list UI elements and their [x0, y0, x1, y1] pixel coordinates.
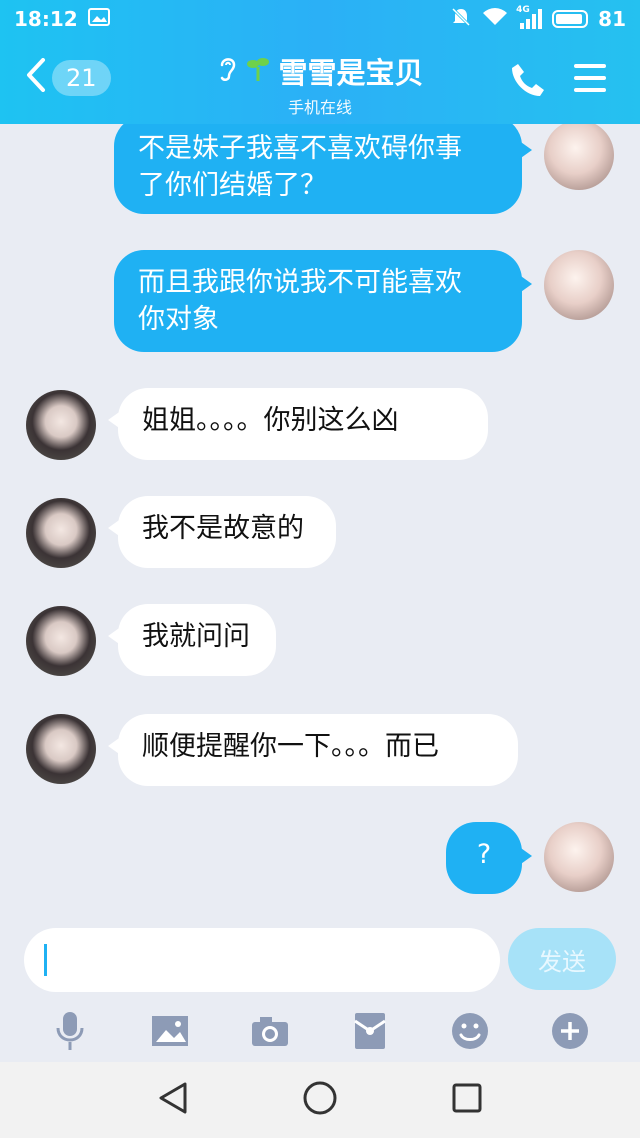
nav-bar: 21 雪雪是宝贝 手机在线	[0, 38, 640, 124]
status-time: 18:12	[14, 7, 78, 31]
wifi-icon	[482, 7, 508, 32]
avatar[interactable]	[26, 606, 96, 676]
menu-button[interactable]	[574, 64, 606, 94]
sprout-icon	[246, 55, 270, 87]
emoji-icon[interactable]	[447, 1008, 493, 1054]
avatar[interactable]	[544, 124, 614, 190]
message-bubble[interactable]: 姐姐。。。。你别这么凶	[108, 388, 488, 460]
message-text: 不是妹子我喜不喜欢碍你事 了你们结婚了？	[138, 133, 462, 201]
image-icon[interactable]	[147, 1008, 193, 1054]
message-bubble[interactable]: 不是妹子我喜不喜欢碍你事 了你们结婚了？	[114, 124, 532, 214]
message-text: 而且我跟你说我不可能喜欢 你对象	[138, 267, 462, 335]
avatar[interactable]	[26, 498, 96, 568]
message-text: ?	[476, 839, 492, 870]
message-text: 姐姐。。。。你别这么凶	[142, 405, 399, 436]
image-notification-icon	[87, 7, 110, 31]
mute-icon	[450, 6, 472, 33]
status-bar: 18:12 4G 81	[0, 0, 640, 38]
message-bubble[interactable]: ?	[446, 822, 532, 894]
message-text: 我不是故意的	[142, 513, 304, 544]
chat-title[interactable]: 雪雪是宝贝 手机在线	[170, 50, 470, 118]
menu-icon	[574, 64, 606, 68]
unread-count-badge: 21	[52, 60, 111, 96]
avatar[interactable]	[26, 714, 96, 784]
battery-level: 81	[598, 7, 626, 31]
microphone-icon[interactable]	[47, 1008, 93, 1054]
input-toolbar	[0, 1000, 640, 1062]
avatar[interactable]	[544, 822, 614, 892]
avatar[interactable]	[544, 250, 614, 320]
system-nav-bar	[0, 1062, 640, 1138]
recents-square-icon[interactable]	[451, 1082, 483, 1118]
message-bubble[interactable]: 我不是故意的	[108, 496, 336, 568]
plus-icon[interactable]	[547, 1008, 593, 1054]
message-input[interactable]	[24, 928, 500, 992]
home-circle-icon[interactable]	[302, 1080, 338, 1120]
ear-icon	[216, 53, 238, 90]
online-status: 手机在线	[287, 98, 352, 117]
input-row: 发送	[0, 924, 640, 1000]
back-triangle-icon[interactable]	[157, 1081, 189, 1119]
contact-name: 雪雪是宝贝	[278, 56, 424, 90]
header: 18:12 4G 81 21 雪雪是宝贝 手机在线	[0, 0, 640, 124]
avatar[interactable]	[26, 390, 96, 460]
camera-icon[interactable]	[247, 1008, 293, 1054]
message-bubble[interactable]: 顺便提醒你一下。。。而已	[108, 714, 518, 786]
call-button[interactable]	[508, 60, 548, 100]
message-bubble[interactable]: 我就问问	[108, 604, 276, 676]
text-caret	[44, 944, 47, 976]
send-button[interactable]: 发送	[508, 928, 616, 990]
message-bubble[interactable]: 而且我跟你说我不可能喜欢 你对象	[114, 250, 532, 352]
red-packet-icon[interactable]	[347, 1008, 393, 1054]
back-button[interactable]: 21	[26, 58, 111, 98]
message-text: 顺便提醒你一下。。。而已	[142, 731, 439, 762]
chevron-left-icon	[26, 58, 46, 98]
network-label: 4G	[516, 5, 530, 15]
message-text: 我就问问	[142, 621, 250, 652]
chat-area[interactable]: 不是妹子我喜不喜欢碍你事 了你们结婚了？ 而且我跟你说我不可能喜欢 你对象 姐姐…	[0, 124, 640, 924]
signal-icon: 4G	[516, 5, 543, 29]
battery-icon	[552, 10, 589, 28]
